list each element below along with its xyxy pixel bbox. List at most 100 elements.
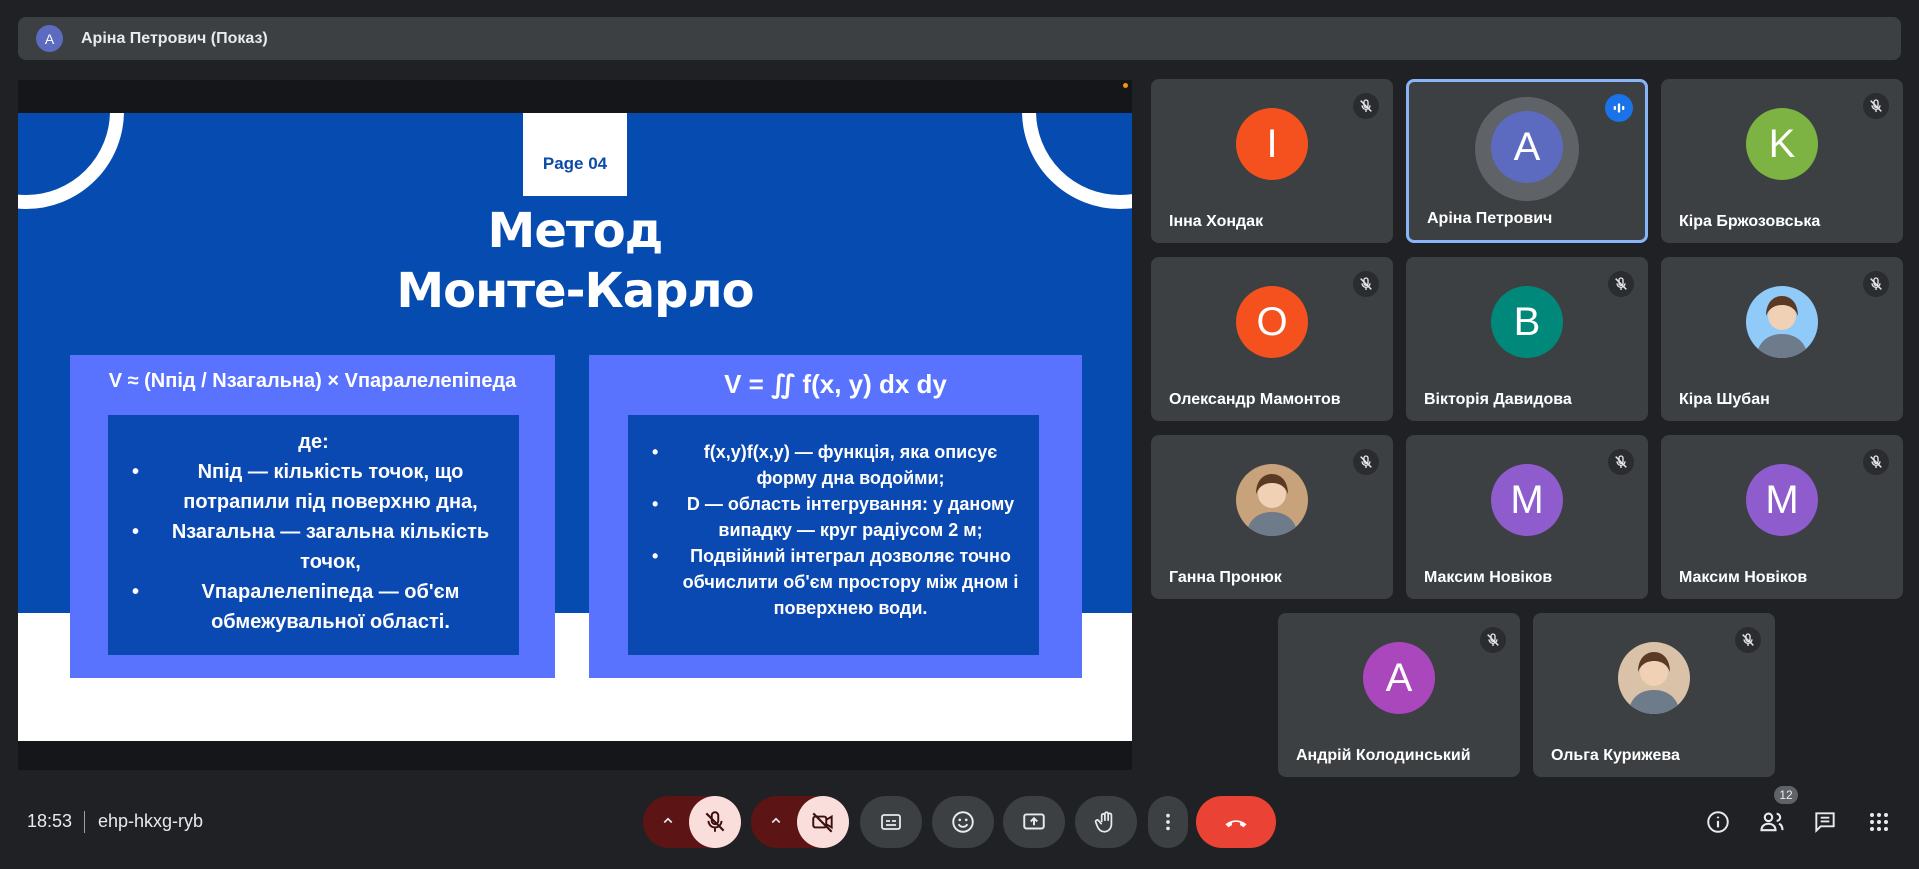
- meeting-code: ehp-hkxg-ryb: [98, 811, 204, 831]
- meeting-time: 18:53: [27, 811, 73, 831]
- people-button[interactable]: [1755, 805, 1789, 839]
- slide-left-panel: V ≈ (Nпід / Nзагальна) × Vпаралелепіпеда…: [70, 355, 555, 678]
- participant-name: Кіра Шубан: [1679, 391, 1770, 408]
- participant-name: Вікторія Давидова: [1424, 391, 1572, 408]
- closed-captions-icon: [881, 814, 901, 830]
- meeting-info-button[interactable]: [1701, 805, 1735, 839]
- microphone-control[interactable]: [643, 796, 741, 848]
- participant-name: Аріна Петрович: [1427, 210, 1553, 227]
- participant-muted-indicator: [1353, 449, 1379, 475]
- participant-avatar: O: [1236, 286, 1308, 358]
- mic-off-icon: [1615, 277, 1627, 290]
- more-options-button[interactable]: [1148, 796, 1188, 848]
- participant-avatar: [1618, 642, 1690, 714]
- participant-tile[interactable]: A Андрій Колодинський: [1278, 613, 1520, 777]
- participant-name: Максим Новіков: [1679, 569, 1808, 586]
- participant-photo-icon: [1246, 474, 1298, 536]
- right-panel-item: f(x,y)f(x,y) — функція, яка описує форму…: [638, 439, 1029, 491]
- present-button[interactable]: [1003, 796, 1065, 848]
- mic-off-icon: [705, 811, 725, 832]
- presenter-bar: A Аріна Петрович (Показ): [18, 17, 1901, 60]
- participant-tile[interactable]: Ганна Пронюк: [1151, 435, 1393, 599]
- right-panel-formula: V = ∬ f(x, y) dx dy: [724, 369, 947, 399]
- chat-icon: [1815, 812, 1835, 834]
- participant-avatar: I: [1236, 108, 1308, 180]
- participant-tile[interactable]: O Олександр Мамонтов: [1151, 257, 1393, 421]
- mic-off-icon: [1742, 633, 1754, 646]
- participant-name: Ганна Пронюк: [1169, 569, 1282, 586]
- participant-muted-indicator: [1863, 93, 1889, 119]
- slide-right-panel: V = ∬ f(x, y) dx dy f(x,y)f(x,y) — функц…: [589, 355, 1082, 678]
- slide-title: Метод Монте-Карло: [318, 201, 832, 321]
- right-panel-item: D — область інтегрування: у даному випад…: [638, 491, 1029, 543]
- participant-name: Андрій Колодинський: [1296, 747, 1471, 764]
- slide-page-label: Page 04: [523, 113, 627, 196]
- mic-off-icon: [1360, 277, 1372, 290]
- raise-hand-icon: [1094, 811, 1113, 833]
- camera-control[interactable]: [751, 796, 849, 848]
- slide-title-line1: Метод: [487, 203, 664, 259]
- participant-tile[interactable]: M Максим Новіков: [1406, 435, 1648, 599]
- left-panel-item: Nзагальна — загальна кількість точок,: [118, 517, 509, 577]
- participant-name: Кіра Бржозовська: [1679, 213, 1821, 230]
- participant-avatar: B: [1491, 286, 1563, 358]
- participant-avatar: M: [1491, 464, 1563, 536]
- captions-button[interactable]: [860, 796, 922, 848]
- activities-button[interactable]: [1862, 805, 1896, 839]
- participant-muted-indicator: [1353, 93, 1379, 119]
- slide-title-line2: Монте-Карло: [396, 263, 754, 319]
- participant-avatar: [1236, 464, 1308, 536]
- participant-tile[interactable]: A Аріна Петрович: [1406, 79, 1648, 243]
- mic-toggle-button[interactable]: [689, 796, 741, 848]
- mic-off-icon: [1360, 99, 1372, 112]
- participant-avatar-letter: B: [1513, 299, 1541, 344]
- participant-tile[interactable]: Ольга Курижева: [1533, 613, 1775, 777]
- recording-dot: [1123, 83, 1128, 88]
- chat-button[interactable]: [1808, 805, 1842, 839]
- more-vertical-icon: [1166, 813, 1170, 831]
- right-panel-item: Подвійний інтеграл дозволяє точно обчисл…: [638, 543, 1029, 621]
- camera-toggle-button[interactable]: [797, 796, 849, 848]
- presenter-avatar: A: [36, 25, 63, 52]
- participant-muted-indicator: [1863, 271, 1889, 297]
- participant-avatar-letter: M: [1765, 477, 1799, 522]
- present-screen-icon: [1023, 813, 1045, 830]
- people-count-badge: 12: [1774, 786, 1798, 804]
- camera-options-chevron-icon[interactable]: [767, 812, 785, 835]
- speaking-indicator-icon: [1613, 103, 1625, 113]
- raise-hand-button[interactable]: [1075, 796, 1137, 848]
- left-panel-item: Vпаралелепіпеда — об'єм обмежувальної об…: [118, 577, 509, 637]
- participant-tile[interactable]: Кіра Шубан: [1661, 257, 1903, 421]
- participant-muted-indicator: [1608, 271, 1634, 297]
- participant-muted-indicator: [1863, 449, 1889, 475]
- speaking-indicator: [1605, 94, 1633, 122]
- participant-avatar-letter: K: [1768, 121, 1796, 166]
- time-separator: [84, 811, 85, 833]
- participant-name: Інна Хондак: [1169, 213, 1264, 230]
- participant-tile[interactable]: M Максим Новіков: [1661, 435, 1903, 599]
- activities-grid-icon: [1870, 813, 1888, 831]
- participant-photo-icon: [1628, 652, 1680, 714]
- participant-photo-icon: [1756, 296, 1808, 358]
- participant-tile[interactable]: I Інна Хондак: [1151, 79, 1393, 243]
- participant-muted-indicator: [1480, 627, 1506, 653]
- participant-avatar-letter: M: [1510, 477, 1544, 522]
- participant-name: Олександр Мамонтов: [1169, 391, 1341, 408]
- participant-muted-indicator: [1353, 271, 1379, 297]
- leave-call-button[interactable]: [1196, 796, 1276, 848]
- participant-avatar: A: [1491, 111, 1563, 183]
- left-panel-formula: V ≈ (Nпід / Nзагальна) × Vпаралелепіпеда: [108, 370, 517, 392]
- mic-off-icon: [1870, 99, 1882, 112]
- reactions-button[interactable]: [932, 796, 994, 848]
- end-call-icon: [1225, 820, 1247, 828]
- left-panel-lead: де:: [298, 431, 329, 453]
- participant-avatar-letter: O: [1256, 299, 1288, 344]
- participant-avatar-letter: A: [1385, 655, 1413, 700]
- mic-off-icon: [1870, 277, 1882, 290]
- right-panel-body: f(x,y)f(x,y) — функція, яка описує форму…: [628, 415, 1039, 655]
- mic-options-chevron-icon[interactable]: [659, 812, 677, 835]
- participant-tile[interactable]: B Вікторія Давидова: [1406, 257, 1648, 421]
- participant-tile[interactable]: K Кіра Бржозовська: [1661, 79, 1903, 243]
- mic-off-icon: [1360, 455, 1372, 468]
- participant-muted-indicator: [1735, 627, 1761, 653]
